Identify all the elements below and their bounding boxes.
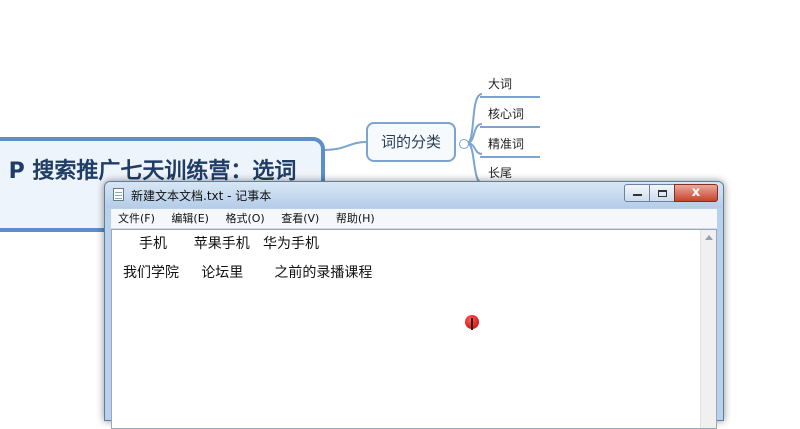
menu-help[interactable]: 帮助(H)	[329, 209, 381, 227]
menu-bar: 文件(F) 编辑(E) 格式(O) 查看(V) 帮助(H)	[111, 209, 717, 229]
close-button[interactable]: x	[674, 184, 718, 202]
notepad-window[interactable]: 新建文本文档.txt - 记事本 x 文件(F) 编辑(E) 格式(O) 查看(…	[104, 181, 724, 429]
window-title: 新建文本文档.txt - 记事本	[131, 189, 272, 203]
menu-edit[interactable]: 编辑(E)	[164, 209, 215, 227]
collapse-toggle-icon[interactable]	[459, 139, 469, 149]
close-icon: x	[691, 185, 701, 200]
vertical-scrollbar[interactable]	[700, 230, 716, 428]
branch-node-word-category[interactable]: 词的分类	[366, 122, 456, 162]
notepad-icon	[113, 188, 124, 201]
leaf-node-broad-word[interactable]: 大词	[478, 74, 540, 98]
leaf-node-precise-word[interactable]: 精准词	[478, 134, 540, 158]
minimize-button[interactable]	[624, 184, 650, 202]
editor-line-1: 手机 苹果手机 华为手机	[139, 236, 320, 252]
maximize-icon	[657, 189, 667, 197]
editor-line-2: 我们学院 论坛里 之前的录播课程	[123, 265, 373, 281]
menu-file[interactable]: 文件(F)	[111, 209, 161, 227]
leaf-node-core-word[interactable]: 核心词	[478, 104, 540, 128]
maximize-button[interactable]	[649, 184, 675, 202]
text-editor-area[interactable]: 手机 苹果手机 华为手机 我们学院 论坛里 之前的录播课程	[111, 229, 717, 429]
minimize-icon	[632, 194, 642, 196]
scroll-up-arrow-icon[interactable]	[705, 235, 713, 240]
title-bar[interactable]: 新建文本文档.txt - 记事本 x	[105, 182, 723, 208]
menu-view[interactable]: 查看(V)	[274, 209, 325, 227]
menu-format[interactable]: 格式(O)	[218, 209, 270, 227]
mouse-cursor-highlight	[465, 315, 479, 330]
